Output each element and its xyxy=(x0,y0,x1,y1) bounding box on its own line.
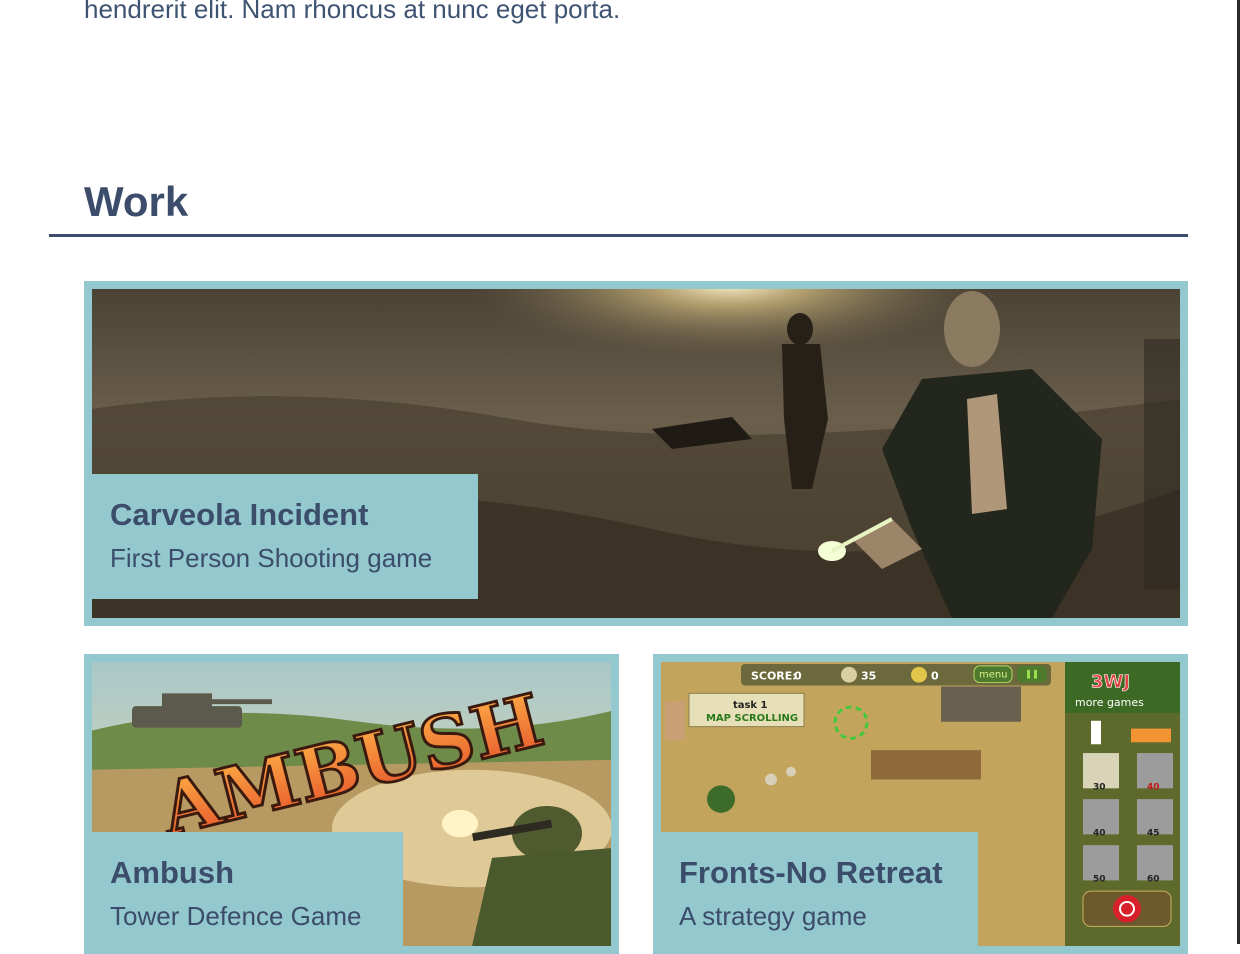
project-caption: Ambush Tower Defence Game xyxy=(84,832,403,954)
section-divider xyxy=(49,234,1188,237)
unit-cost: 40 xyxy=(1093,828,1106,838)
hud-stars: 0 xyxy=(931,670,939,683)
project-caption: Carveola Incident First Person Shooting … xyxy=(92,474,478,599)
unit-cost: 50 xyxy=(1093,874,1106,884)
project-subtitle: First Person Shooting game xyxy=(110,543,433,573)
project-title[interactable]: Fronts-No Retreat xyxy=(679,854,952,892)
project-caption: Fronts-No Retreat A strategy game xyxy=(653,832,978,954)
target-icon[interactable] xyxy=(1113,895,1141,923)
task-title: task 1 xyxy=(733,700,768,711)
project-card-carveola[interactable]: Carveola Incident First Person Shooting … xyxy=(84,281,1188,626)
project-card-ambush[interactable]: AMBUSH Ambush Tower Defence Game xyxy=(84,654,619,954)
brand-logo: 3WJ xyxy=(1091,672,1130,693)
hud-menu-button[interactable]: menu xyxy=(979,670,1008,681)
hud-coins: 35 xyxy=(861,670,876,683)
unit-cost: 60 xyxy=(1147,874,1160,884)
project-subtitle: A strategy game xyxy=(679,901,867,931)
hud-score-label: SCORE: xyxy=(751,670,797,683)
project-title[interactable]: Carveola Incident xyxy=(110,496,452,534)
unit-cost: 40 xyxy=(1147,782,1160,792)
project-card-fronts[interactable]: SCORE: 0 35 0 menu task 1 MAP SCROLLING … xyxy=(653,654,1188,954)
project-subtitle: Tower Defence Game xyxy=(110,901,362,931)
hud-score-value: 0 xyxy=(794,670,802,683)
unit-cost: 45 xyxy=(1147,828,1160,838)
task-name: MAP SCROLLING xyxy=(706,713,798,724)
intro-paragraph: hendrerit elit. Nam rhoncus at nunc eget… xyxy=(84,0,621,24)
project-title[interactable]: Ambush xyxy=(110,854,377,892)
unit-cost: 30 xyxy=(1093,782,1106,792)
more-games-link[interactable]: more games xyxy=(1075,696,1144,709)
work-heading: Work xyxy=(84,178,189,225)
